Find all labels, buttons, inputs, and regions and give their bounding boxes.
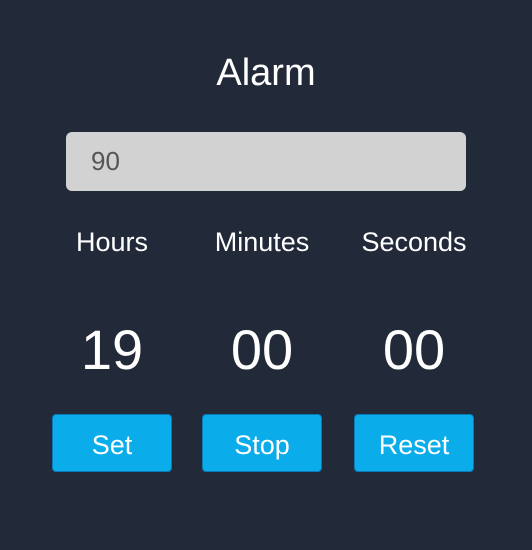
- hours-value: 19: [80, 318, 144, 381]
- set-button[interactable]: Set: [52, 414, 172, 472]
- controls-row: Set Stop Reset: [0, 414, 532, 474]
- minutes-value: 00: [230, 318, 294, 381]
- hours-label: Hours: [75, 227, 149, 257]
- minutes-label: Minutes: [214, 227, 310, 257]
- seconds-label: Seconds: [361, 227, 467, 257]
- seconds-value: 00: [382, 318, 446, 381]
- stop-button[interactable]: Stop: [202, 414, 322, 472]
- time-values-row: 19 00 00: [0, 318, 532, 381]
- reset-button[interactable]: Reset: [354, 414, 474, 472]
- page-title: Alarm: [216, 52, 316, 94]
- alarm-duration-input[interactable]: [66, 132, 466, 191]
- time-labels-row: Hours Minutes Seconds: [0, 226, 532, 286]
